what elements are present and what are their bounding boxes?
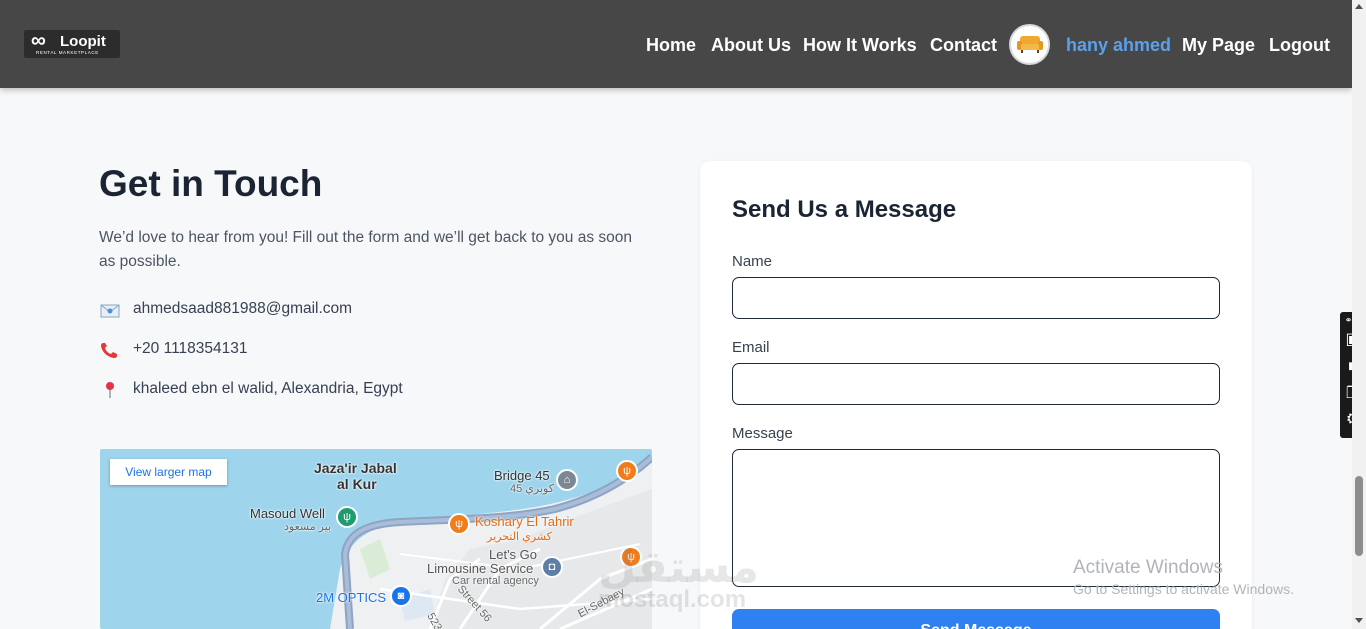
bridge-pin-icon[interactable]: ⌂ [556, 469, 578, 491]
location-pin-icon [106, 382, 114, 398]
nav-about[interactable]: About Us [711, 34, 791, 56]
logo-tagline: RENTAL MARKETPLACE [36, 50, 99, 55]
contact-phone[interactable]: +20 1118354131 [133, 340, 248, 358]
top-navbar: ∞ Loopit RENTAL MARKETPLACE Home About U… [0, 0, 1352, 88]
sofa-avatar-icon [1017, 36, 1043, 53]
name-input[interactable] [732, 277, 1220, 319]
envelope-icon [100, 304, 120, 318]
send-message-button[interactable]: Send Message [732, 609, 1220, 629]
contact-email[interactable]: ahmedsaad881988@gmail.com [133, 300, 352, 318]
map-label-letsgo: Let's Go [489, 547, 538, 562]
map-label-koshary-ar: كشري التحرير [487, 531, 552, 543]
scroll-down-icon[interactable] [1355, 618, 1363, 623]
email-label: Email [732, 339, 770, 356]
infinity-logo-icon: ∞ [31, 29, 46, 52]
map-label-bridge: Bridge 45 [494, 468, 550, 483]
message-label: Message [732, 425, 793, 442]
map-label-optics: 2M OPTICS [316, 590, 387, 605]
map-label-jazair-2: al Kur [337, 476, 377, 492]
map-label-jazair: Jaza'ir Jabal [314, 460, 397, 476]
intro-text: We’d love to hear from you! Fill out the… [99, 229, 633, 270]
activate-windows-title: Activate Windows [1073, 557, 1223, 578]
page-title: Get in Touch [99, 163, 323, 204]
logo-text: Loopit [60, 33, 106, 50]
name-label: Name [732, 253, 773, 270]
shop-pin-icon[interactable]: ◙ [390, 585, 412, 607]
nav-my-page[interactable]: My Page [1182, 34, 1255, 56]
form-title: Send Us a Message [732, 196, 957, 223]
map-label-masoud: Masoud Well [250, 506, 325, 521]
user-avatar[interactable] [1009, 24, 1050, 65]
mostaql-watermark: mostaql.com [598, 586, 747, 613]
map-label-masoud-ar: بير مسعود [284, 521, 332, 533]
activate-windows-subtitle: Go to Settings to activate Windows. [1073, 581, 1294, 597]
map-label-koshary: Koshary El Tahrir [475, 514, 574, 529]
view-larger-map-button[interactable]: View larger map [110, 459, 227, 485]
loopit-logo[interactable]: ∞ Loopit RENTAL MARKETPLACE [24, 30, 120, 58]
koshary-pin-icon[interactable]: ψ [448, 513, 470, 535]
nav-home[interactable]: Home [646, 34, 696, 56]
restaurant-pin-icon[interactable]: ψ [616, 460, 638, 482]
nav-how-it-works[interactable]: How It Works [803, 34, 917, 56]
scrollbar-thumb[interactable] [1355, 476, 1363, 556]
scroll-up-icon[interactable] [1355, 4, 1363, 9]
map-label-bridge-ar: كوبري 45 [510, 483, 554, 495]
nav-user-name[interactable]: hany ahmed [1066, 34, 1171, 56]
nav-contact[interactable]: Contact [930, 34, 997, 56]
email-input[interactable] [732, 363, 1220, 405]
car-rental-pin-icon[interactable]: ◘ [541, 556, 563, 578]
phone-icon [101, 343, 117, 358]
contact-address: khaleed ebn el walid, Alexandria, Egypt [133, 380, 403, 397]
nav-logout[interactable]: Logout [1269, 34, 1330, 56]
park-pin-icon[interactable]: ψ [336, 506, 358, 528]
map-label-limousine: Limousine Service [427, 561, 534, 576]
